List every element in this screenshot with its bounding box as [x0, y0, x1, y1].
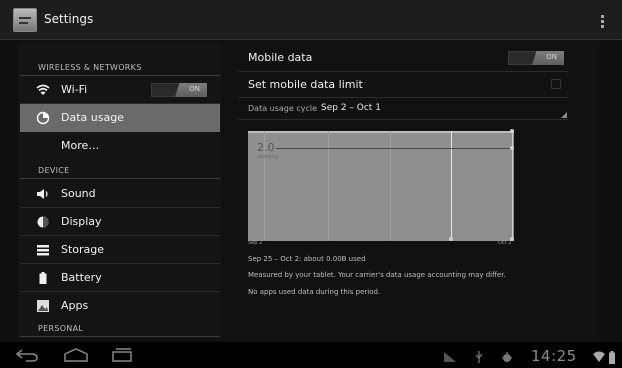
status-clock: 14:25: [531, 347, 577, 365]
chart-handle[interactable]: [449, 237, 453, 241]
sidebar-item-more[interactable]: More…: [20, 132, 220, 160]
sidebar-item-label: Display: [61, 215, 102, 228]
debug-icon: [502, 352, 512, 362]
mobile-data-toggle-knob: ON: [532, 51, 564, 65]
data-usage-chart[interactable]: 2.0 warning: [248, 129, 514, 241]
wifi-icon: [36, 84, 50, 95]
category-personal: PERSONAL: [20, 324, 220, 337]
apps-icon: [37, 300, 49, 312]
category-wireless-networks: WIRELESS & NETWORKS: [20, 63, 220, 76]
overflow-menu-icon[interactable]: [601, 15, 609, 29]
mobile-data-toggle-state: ON: [546, 53, 557, 61]
no-apps-message: No apps used data during this period.: [248, 288, 381, 296]
settings-app-icon[interactable]: [13, 8, 37, 32]
sidebar-item-battery[interactable]: Battery: [20, 264, 220, 292]
wifi-toggle-state: ON: [189, 85, 200, 93]
action-bar: Settings: [0, 0, 622, 40]
carrier-disclaimer: Measured by your tablet. Your carrier's …: [248, 271, 506, 279]
mobile-data-label: Mobile data: [248, 51, 313, 64]
limit-caption: warning: [258, 154, 279, 160]
divider: [238, 71, 568, 72]
limit-value: 2.0: [257, 141, 275, 154]
chart-handle[interactable]: [510, 146, 514, 150]
signal-icon: [444, 352, 456, 362]
display-icon: [37, 216, 49, 228]
battery-icon: [39, 272, 47, 284]
battery-status-icon: [609, 351, 615, 364]
storage-icon: [37, 245, 49, 256]
wifi-toggle-knob: ON: [175, 83, 207, 97]
app-title: Settings: [44, 12, 94, 26]
divider: [238, 119, 568, 120]
divider: [238, 97, 568, 98]
sidebar-item-storage[interactable]: Storage: [20, 236, 220, 264]
wifi-status-icon: [593, 351, 605, 362]
home-icon[interactable]: [63, 348, 89, 362]
usb-icon: [475, 351, 483, 363]
sidebar-item-data-usage[interactable]: Data usage: [20, 104, 220, 132]
sidebar-item-display[interactable]: Display: [20, 208, 220, 236]
warning-limit-line[interactable]: [276, 148, 514, 149]
sidebar-item-label: Battery: [61, 271, 102, 284]
dropdown-caret-icon[interactable]: [561, 112, 567, 118]
chart-top-edge: [248, 131, 514, 133]
sidebar-item-label: Apps: [61, 299, 89, 312]
cycle-label: Data usage cycle: [248, 104, 318, 113]
data-limit-checkbox[interactable]: [551, 79, 561, 89]
mobile-data-toggle[interactable]: ON: [508, 51, 564, 65]
cycle-dropdown[interactable]: Sep 2 – Oct 1: [321, 103, 381, 113]
sidebar-item-sound[interactable]: Sound: [20, 180, 220, 208]
recent-apps-icon[interactable]: [111, 348, 133, 362]
category-device: DEVICE: [20, 166, 220, 179]
chart-end-label: Oct 2: [498, 240, 512, 246]
data-usage-icon: [36, 111, 50, 125]
wifi-toggle[interactable]: ON: [151, 83, 207, 97]
sidebar-item-label: Sound: [61, 187, 96, 200]
back-icon[interactable]: [14, 348, 40, 362]
chart-start-label: Sep 2: [248, 240, 263, 246]
data-limit-label[interactable]: Set mobile data limit: [248, 78, 363, 91]
system-nav-bar: [0, 342, 622, 368]
sound-icon: [37, 189, 48, 199]
sidebar-item-label: Storage: [61, 243, 105, 256]
sidebar-item-label: More…: [61, 139, 100, 152]
chart-handle[interactable]: [510, 129, 514, 133]
sidebar-item-label: Data usage: [61, 111, 124, 124]
sidebar-item-label: Wi-Fi: [61, 83, 88, 96]
usage-summary: Sep 25 – Oct 2: about 0.00B used: [248, 255, 366, 263]
sidebar-item-apps[interactable]: Apps: [20, 292, 220, 320]
